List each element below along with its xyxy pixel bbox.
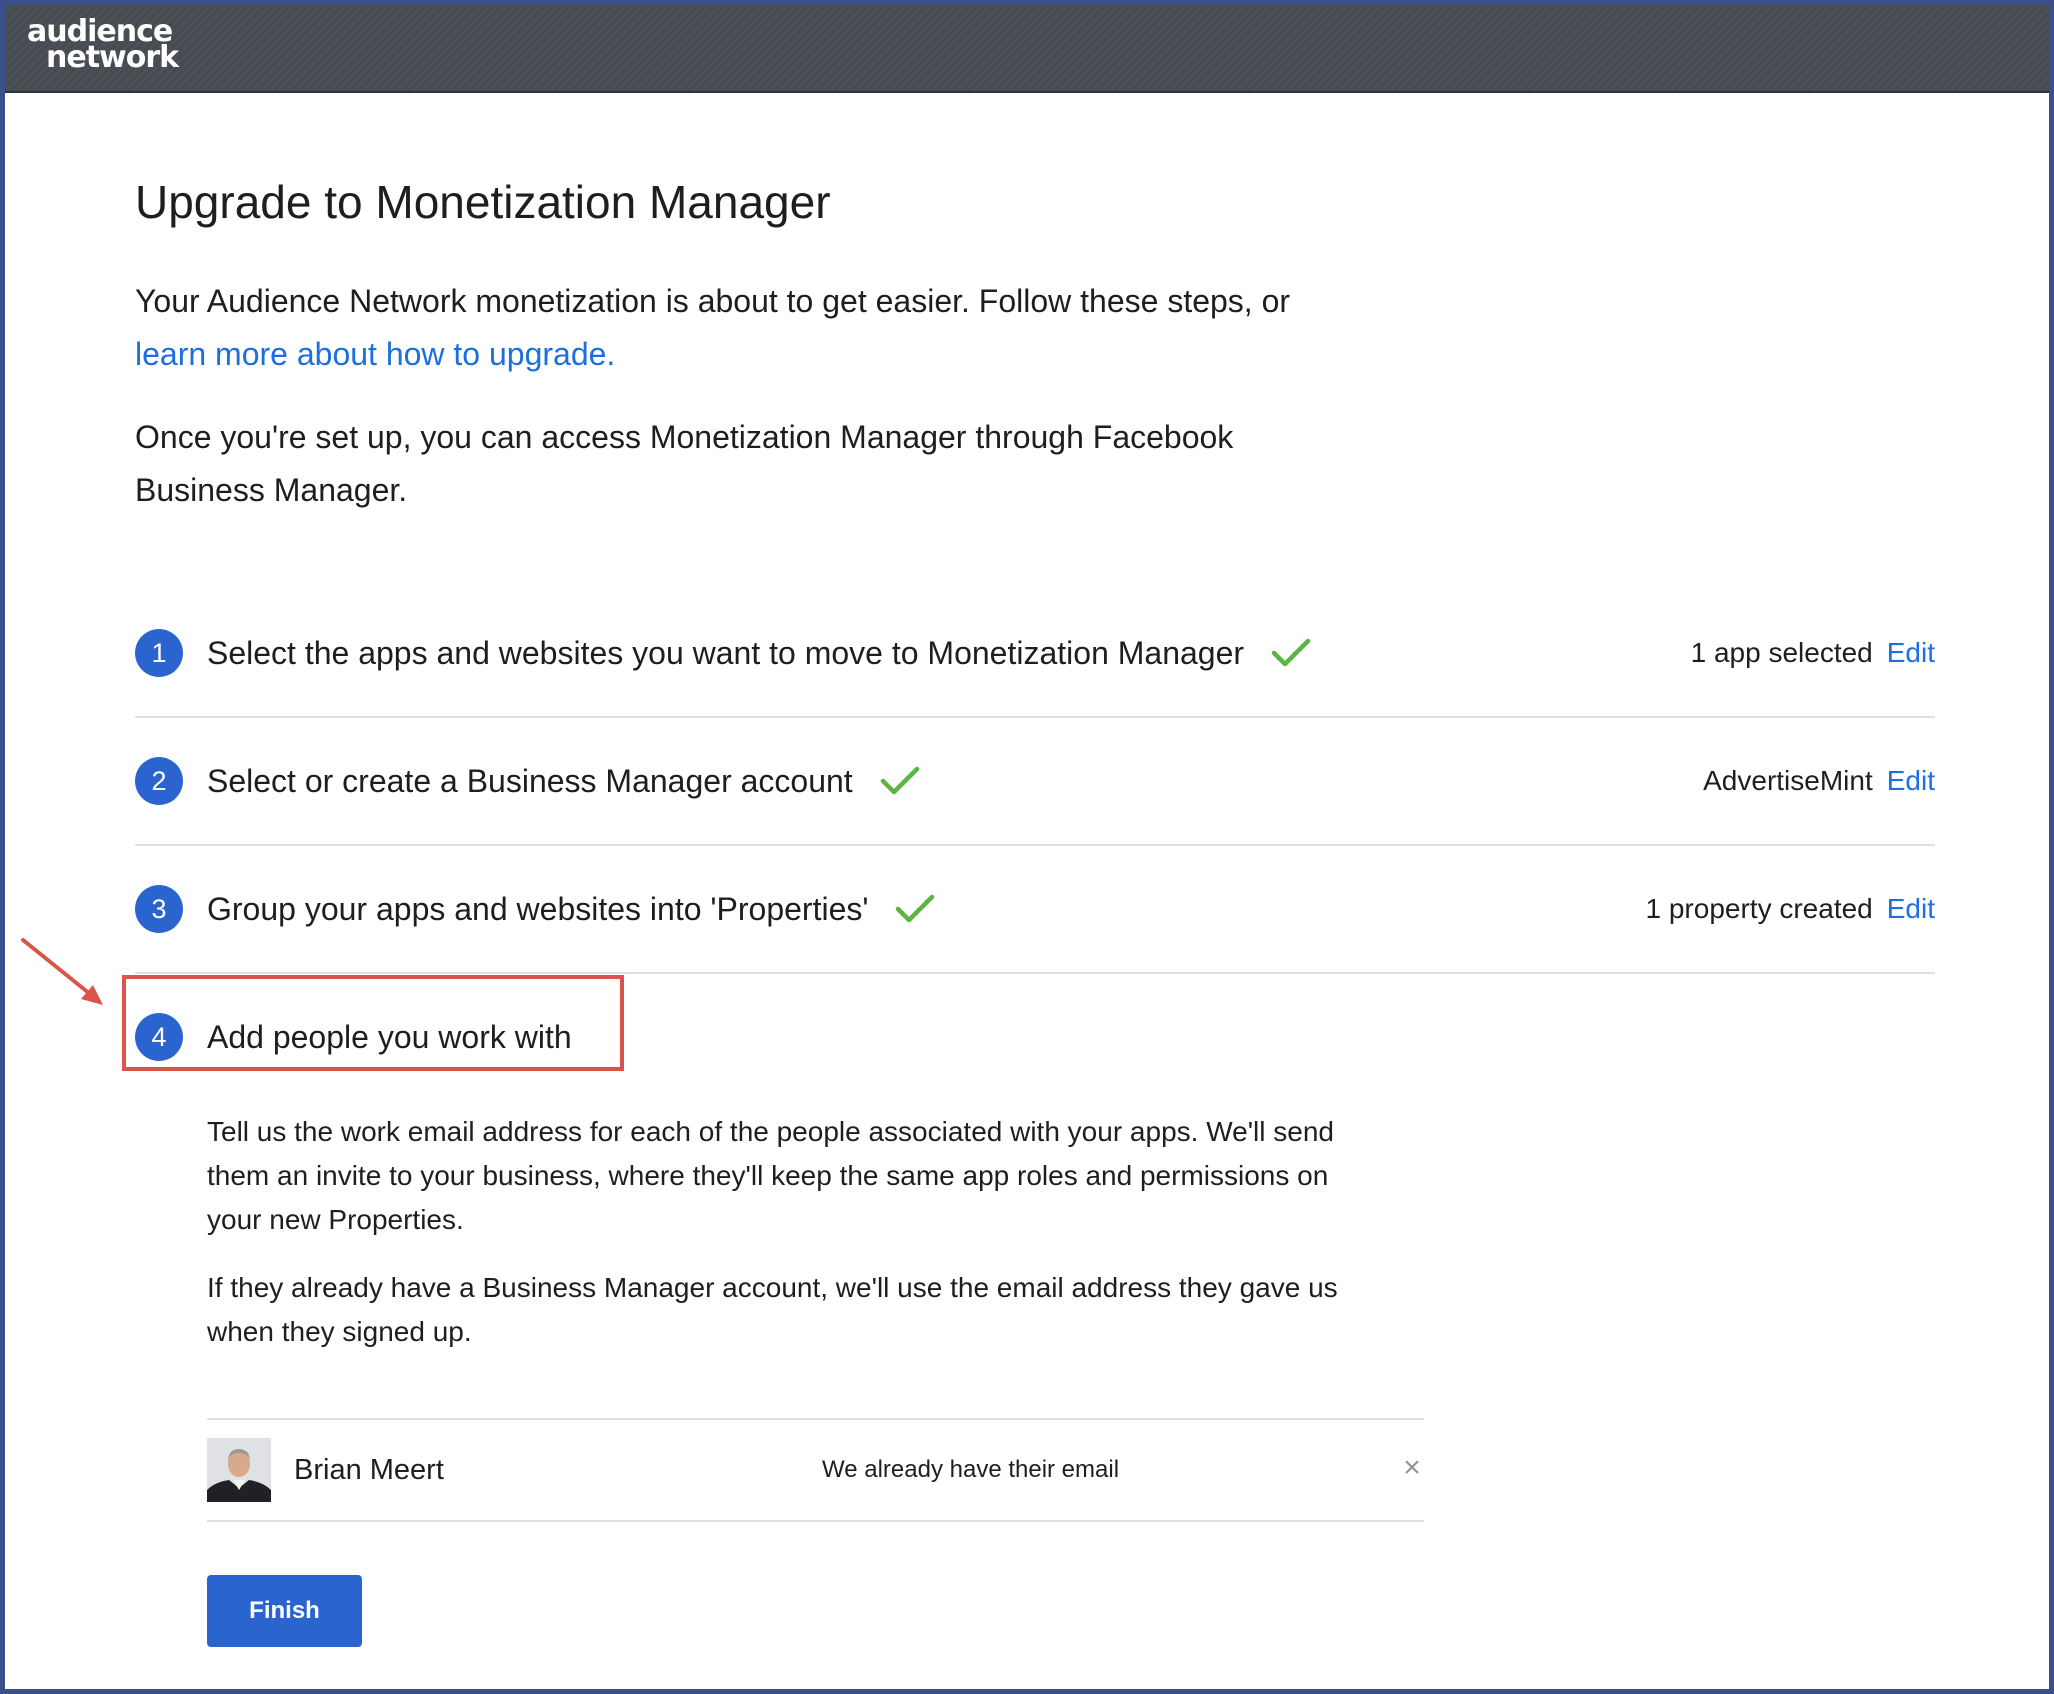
annotation-arrow-icon <box>21 938 103 1005</box>
window-frame: audience network Upgrade to Monetization… <box>0 0 2054 1694</box>
edit-step-2-link[interactable]: Edit <box>1887 765 1935 796</box>
intro-paragraph: Your Audience Network monetization is ab… <box>135 275 1335 381</box>
avatar <box>207 1438 271 1502</box>
step-title: Select or create a Business Manager acco… <box>207 760 920 802</box>
step-status-text: 1 app selected <box>1690 637 1873 668</box>
learn-more-link[interactable]: learn more about how to upgrade. <box>135 336 615 372</box>
checkmark-icon <box>896 894 935 922</box>
page-title: Upgrade to Monetization Manager <box>135 176 831 228</box>
step-status: 1 property created Edit <box>1646 891 1936 927</box>
annotation-highlight-box <box>122 975 624 1071</box>
step-number-badge: 1 <box>135 629 183 677</box>
finish-button[interactable]: Finish <box>207 1575 362 1647</box>
remove-person-icon[interactable]: × <box>1400 1448 1424 1488</box>
step-3: 3 Group your apps and websites into 'Pro… <box>135 846 1935 974</box>
edit-step-3-link[interactable]: Edit <box>1887 893 1935 924</box>
setup-note: Once you're set up, you can access Monet… <box>135 419 1234 508</box>
top-bar: audience network <box>5 5 2049 93</box>
people-list: Brian Meert We already have their email … <box>207 1418 1424 1522</box>
step-status: AdvertiseMint Edit <box>1703 763 1935 799</box>
step-status-text: 1 property created <box>1645 893 1873 924</box>
step-number-badge: 2 <box>135 757 183 805</box>
step-4-description: Tell us the work email address for each … <box>207 1116 1334 1235</box>
step-1: 1 Select the apps and websites you want … <box>135 590 1935 718</box>
step-title: Select the apps and websites you want to… <box>207 632 1311 674</box>
edit-step-1-link[interactable]: Edit <box>1887 637 1935 668</box>
step-2: 2 Select or create a Business Manager ac… <box>135 718 1935 846</box>
step-4-note: If they already have a Business Manager … <box>207 1272 1338 1347</box>
step-title-text: Select or create a Business Manager acco… <box>207 763 853 799</box>
step-title: Group your apps and websites into 'Prope… <box>207 888 935 930</box>
checkmark-icon <box>1271 638 1311 666</box>
step-status-text: AdvertiseMint <box>1703 765 1873 796</box>
step-number-badge: 3 <box>135 885 183 933</box>
checkmark-icon <box>880 766 919 794</box>
person-email-status: We already have their email <box>822 1456 1120 1483</box>
person-photo-icon <box>207 1438 271 1502</box>
step-status: 1 app selected Edit <box>1691 635 1935 671</box>
step-title-text: Select the apps and websites you want to… <box>207 635 1245 671</box>
intro-text: Your Audience Network monetization is ab… <box>135 283 1291 319</box>
step-title-text: Group your apps and websites into 'Prope… <box>207 891 869 927</box>
person-name: Brian Meert <box>294 1454 444 1486</box>
